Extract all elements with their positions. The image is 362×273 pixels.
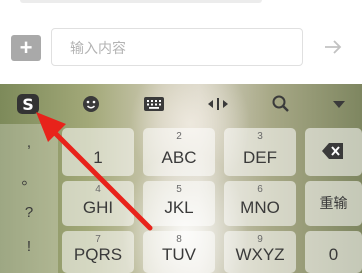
svg-text:S: S <box>22 95 34 114</box>
sogou-logo-icon[interactable]: S <box>16 92 40 116</box>
keyboard-icon[interactable] <box>142 92 166 116</box>
add-button[interactable]: + <box>11 35 41 61</box>
key-5-jkl[interactable]: 5 JKL <box>143 181 215 226</box>
key-2-abc[interactable]: 2 ABC <box>143 128 215 176</box>
emoji-icon[interactable] <box>79 92 103 116</box>
reenter-key[interactable]: 重输 <box>305 181 362 226</box>
punct-period[interactable]: 。 <box>0 168 58 189</box>
message-input-placeholder: 输入内容 <box>70 40 126 56</box>
delete-key[interactable] <box>305 128 362 176</box>
punct-question[interactable]: ? <box>0 204 58 221</box>
cursor-move-icon[interactable] <box>206 92 230 116</box>
key-9-wxyz[interactable]: 9 WXYZ <box>224 231 296 273</box>
key-4-ghi[interactable]: 4 GHI <box>62 181 134 226</box>
key-3-def[interactable]: 3 DEF <box>224 128 296 176</box>
collapse-icon[interactable] <box>327 92 351 116</box>
key-1[interactable]: 1 <box>62 128 134 176</box>
key-0[interactable]: 0 <box>305 231 362 273</box>
key-6-mno[interactable]: 6 MNO <box>224 181 296 226</box>
search-icon[interactable] <box>269 92 293 116</box>
sogou-keyboard: S , 。 ? ! 1 2 ABC 3 DEF 4 GHI 5 JKL 6 MN… <box>0 84 362 273</box>
keyboard-toolbar: S <box>0 84 362 124</box>
key-7-pqrs[interactable]: 7 PQRS <box>62 231 134 273</box>
backspace-icon <box>322 143 343 159</box>
top-divider <box>20 0 262 3</box>
punct-comma[interactable]: , <box>0 134 58 151</box>
composer-bar: + 输入内容 <box>0 0 362 84</box>
punctuation-column: , 。 ? ! <box>0 124 58 273</box>
key-8-tuv[interactable]: 8 TUV <box>143 231 215 273</box>
punct-exclaim[interactable]: ! <box>0 238 58 255</box>
send-arrow-icon[interactable] <box>322 36 344 58</box>
message-input[interactable]: 输入内容 <box>51 28 303 66</box>
